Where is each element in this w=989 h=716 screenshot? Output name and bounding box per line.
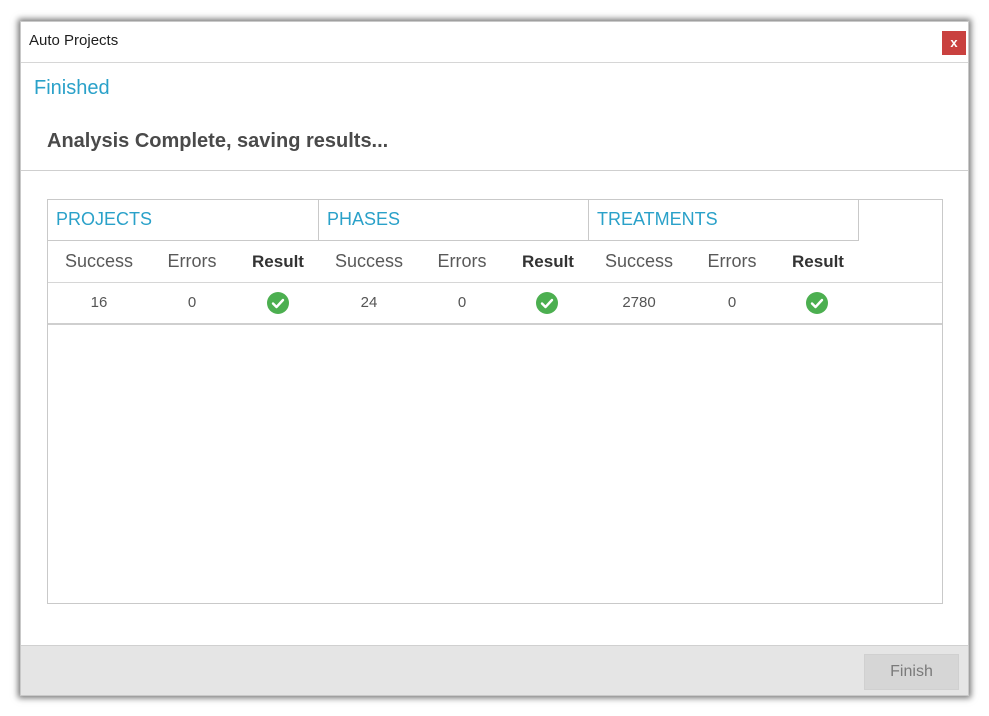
treatments-errors-value: 0 bbox=[727, 294, 737, 311]
header-divider bbox=[21, 170, 968, 171]
group-header-treatments: TREATMENTS bbox=[589, 200, 859, 241]
phases-errors-value: 0 bbox=[457, 294, 467, 311]
check-circle-icon bbox=[536, 292, 558, 314]
column-header-treatments-errors: Errors bbox=[707, 251, 757, 271]
close-button[interactable]: x bbox=[942, 31, 966, 55]
status-heading: Finished bbox=[34, 77, 110, 99]
data-row-divider bbox=[48, 323, 942, 325]
column-header-phases-success: Success bbox=[334, 251, 404, 271]
status-message: Analysis Complete, saving results... bbox=[47, 130, 389, 152]
column-header-phases-errors: Errors bbox=[437, 251, 487, 271]
check-circle-icon bbox=[267, 292, 289, 314]
column-header-projects-errors: Errors bbox=[167, 251, 217, 271]
column-header-treatments-result: Result bbox=[792, 252, 844, 271]
group-header-phases: PHASES bbox=[319, 200, 589, 241]
column-header-projects-result: Result bbox=[252, 252, 304, 271]
projects-errors-value: 0 bbox=[187, 294, 197, 311]
title-bar[interactable]: Auto Projects x bbox=[21, 22, 968, 62]
group-header-projects: PROJECTS bbox=[48, 200, 319, 241]
treatments-success-value: 2780 bbox=[622, 294, 656, 311]
column-header-phases-result: Result bbox=[522, 252, 574, 271]
dialog-footer: Finish bbox=[21, 645, 968, 695]
column-header-treatments-success: Success bbox=[604, 251, 674, 271]
results-grid: PROJECTS PHASES TREATMENTS Success Error… bbox=[47, 199, 943, 604]
column-header-projects-success: Success bbox=[64, 251, 134, 271]
finish-button[interactable]: Finish bbox=[864, 654, 959, 690]
window-title: Auto Projects bbox=[29, 32, 119, 49]
status-header: Finished Analysis Complete, saving resul… bbox=[21, 63, 968, 170]
projects-success-value: 16 bbox=[90, 294, 108, 311]
check-circle-icon bbox=[806, 292, 828, 314]
auto-projects-dialog: Auto Projects x Finished Analysis Comple… bbox=[20, 21, 969, 696]
phases-success-value: 24 bbox=[360, 294, 378, 311]
